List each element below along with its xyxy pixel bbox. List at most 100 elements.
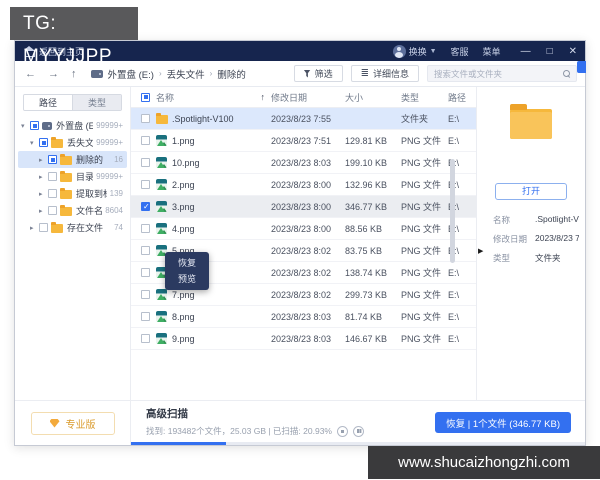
account-menu[interactable]: 换换 ▼: [393, 45, 437, 58]
header-date[interactable]: 修改日期: [271, 91, 345, 104]
row-checkbox[interactable]: [141, 158, 150, 167]
tree-item-filename-lost[interactable]: ▸ 文件名丢失的 8604: [18, 202, 127, 219]
open-button[interactable]: 打开: [495, 183, 567, 200]
row-checkbox[interactable]: [141, 246, 150, 255]
sidebar-tabs: 路径 类型: [23, 94, 122, 111]
table-row[interactable]: 2.png 2023/8/23 8:00 132.96 KB PNG 文件 E:…: [131, 174, 476, 196]
caret-icon[interactable]: ▸: [39, 156, 48, 164]
image-file-icon: [156, 311, 167, 322]
search-icon[interactable]: [563, 70, 570, 77]
search-box: [427, 65, 577, 82]
table-row[interactable]: 1.png 2023/8/23 7:51 129.81 KB PNG 文件 E:…: [131, 130, 476, 152]
customer-service-button[interactable]: 客服: [451, 45, 469, 58]
detail-value: 2023/8/23 7:55: [535, 233, 579, 245]
table-header: 名称 ↑ 修改日期 大小 类型 路径: [131, 87, 476, 108]
tree-label: 文件名丢失的: [76, 204, 102, 217]
row-checkbox[interactable]: [141, 114, 150, 123]
collapse-panel-icon[interactable]: ▶: [478, 247, 483, 255]
detail-value: 文件夹: [535, 252, 561, 264]
tree-count: 16: [111, 155, 123, 164]
header-path[interactable]: 路径: [448, 91, 476, 104]
tree-item-existing-files[interactable]: ▸ 存在文件 74: [18, 219, 127, 236]
pause-scan-button[interactable]: [353, 426, 364, 437]
main-area: 路径 类型 ▾ 外置盘 (E:) 99999+ ▾ 丢: [15, 87, 585, 400]
image-file-icon: [156, 289, 167, 300]
search-input[interactable]: [434, 69, 563, 79]
scrollbar-thumb[interactable]: [450, 159, 455, 263]
file-name: 4.png: [172, 224, 195, 234]
row-checkbox[interactable]: [141, 136, 150, 145]
breadcrumb-separator: ›: [159, 69, 162, 78]
file-name: 3.png: [172, 202, 195, 212]
table-row[interactable]: 4.png 2023/8/23 8:00 88.56 KB PNG 文件 E:\: [131, 218, 476, 240]
filter-button[interactable]: 筛选: [294, 65, 343, 82]
context-menu-preview[interactable]: 预览: [165, 271, 209, 287]
caret-icon[interactable]: ▸: [39, 207, 48, 215]
status-bar: 专业版 高级扫描 找到: 193482个文件，25.03 GB | 已扫描: 2…: [15, 400, 585, 445]
scan-stats: 找到: 193482个文件，25.03 GB | 已扫描: 20.93%: [146, 425, 332, 437]
tree-item-drive[interactable]: ▾ 外置盘 (E:) 99999+: [18, 117, 127, 134]
table-row[interactable]: .Spotlight-V100 2023/8/23 7:55 文件夹 E:\: [131, 108, 476, 130]
row-checkbox[interactable]: [141, 312, 150, 321]
tree-checkbox[interactable]: [48, 155, 57, 164]
avatar: [393, 45, 406, 58]
detail-label: 修改日期: [493, 233, 535, 245]
tree-checkbox[interactable]: [39, 223, 48, 232]
row-checkbox[interactable]: [141, 268, 150, 277]
folder-icon: [60, 190, 72, 199]
tree-checkbox[interactable]: [48, 206, 57, 215]
file-name: 7.png: [172, 290, 195, 300]
tree-checkbox[interactable]: [48, 189, 57, 198]
tree-label: 目录信息完整的: [76, 170, 93, 183]
tree-item-deleted[interactable]: ▸ 删除的 16: [18, 151, 127, 168]
header-name[interactable]: 名称: [156, 91, 174, 104]
menu-button[interactable]: 菜单: [483, 45, 501, 58]
tab-path[interactable]: 路径: [24, 95, 72, 110]
stop-scan-button[interactable]: [337, 426, 348, 437]
recover-button[interactable]: 恢复 | 1个文件 (346.77 KB): [435, 412, 571, 433]
row-checkbox[interactable]: [141, 224, 150, 233]
tree-checkbox[interactable]: [48, 172, 57, 181]
select-all-checkbox[interactable]: [141, 93, 150, 102]
tab-type[interactable]: 类型: [72, 95, 121, 110]
table-row[interactable]: 9.png 2023/8/23 8:03 146.67 KB PNG 文件 E:…: [131, 328, 476, 350]
folder-preview-icon: [510, 109, 552, 139]
row-checkbox-checked[interactable]: [141, 202, 150, 211]
detail-view-button[interactable]: ≣ 详细信息: [351, 65, 419, 82]
caret-icon[interactable]: ▾: [21, 122, 30, 130]
breadcrumb-lost-files[interactable]: 丢失文件: [167, 67, 205, 81]
caret-icon[interactable]: ▸: [39, 190, 48, 198]
tree-checkbox[interactable]: [30, 121, 39, 130]
caret-icon[interactable]: ▸: [39, 173, 48, 181]
sort-ascending-icon[interactable]: ↑: [261, 92, 266, 102]
tree-checkbox[interactable]: [39, 138, 48, 147]
table-row[interactable]: 8.png 2023/8/23 8:03 81.74 KB PNG 文件 E:\: [131, 306, 476, 328]
app-window: 返回到主页 换换 ▼ 客服 菜单 — □ ✕ ← →: [14, 40, 586, 446]
table-row[interactable]: 10.png 2023/8/23 8:03 199.10 KB PNG 文件 E…: [131, 152, 476, 174]
pro-version-label: 专业版: [66, 416, 96, 431]
maximize-button[interactable]: □: [547, 46, 553, 57]
file-details: 名称 .Spotlight-V100 修改日期 2023/8/23 7:55 类…: [493, 214, 579, 264]
breadcrumb-deleted[interactable]: 删除的: [217, 67, 246, 81]
file-name: 2.png: [172, 180, 195, 190]
tree-item-lost-files[interactable]: ▾ 丢失文件 99999+: [18, 134, 127, 151]
image-file-icon: [156, 135, 167, 146]
context-menu-recover[interactable]: 恢复: [165, 255, 209, 271]
row-checkbox[interactable]: [141, 290, 150, 299]
row-checkbox[interactable]: [141, 180, 150, 189]
table-row-selected[interactable]: 3.png 2023/8/23 8:00 346.77 KB PNG 文件 E:…: [131, 196, 476, 218]
tree-item-tagged[interactable]: ▸ 提取到标签的 139: [18, 185, 127, 202]
minimize-button[interactable]: —: [521, 46, 531, 57]
edge-widget[interactable]: [577, 61, 586, 73]
file-name: 1.png: [172, 136, 195, 146]
breadcrumb-drive[interactable]: 外置盘 (E:): [108, 67, 154, 81]
header-size[interactable]: 大小: [345, 91, 401, 104]
tree-item-dir-info[interactable]: ▸ 目录信息完整的 99999+: [18, 168, 127, 185]
pro-version-button[interactable]: 专业版: [31, 412, 115, 435]
close-button[interactable]: ✕: [569, 46, 577, 57]
caret-icon[interactable]: ▾: [30, 139, 39, 147]
caret-icon[interactable]: ▸: [30, 224, 39, 232]
header-type[interactable]: 类型: [401, 91, 448, 104]
row-checkbox[interactable]: [141, 334, 150, 343]
filter-label: 筛选: [315, 67, 333, 80]
